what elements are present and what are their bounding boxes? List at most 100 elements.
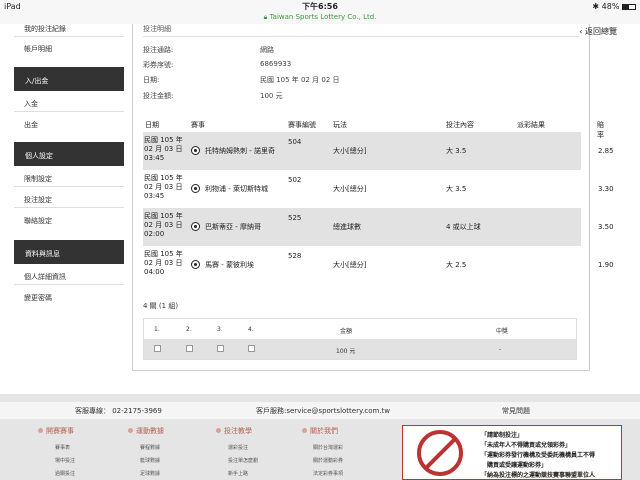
footer-link[interactable]: 新手上路 [228,470,248,477]
info-value: 6869933 [260,60,292,68]
soccer-ball-icon [191,222,200,231]
bullet-icon [38,428,43,433]
row-bet: 4 或以上球 [446,223,481,231]
row-odds: 3.50 [598,223,614,231]
sidebar-item-account-details[interactable]: 帳戶明細 [24,44,52,54]
row-date: 民國 105 年 02 月 03 日 04:00 [144,250,183,276]
sidebar-item-limits[interactable]: 限制設定 [24,174,52,184]
soccer-ball-icon [191,146,200,155]
clock: 下午6:56 [302,2,338,11]
warning-line: 「請節制投注」 [481,432,524,439]
bullet-icon [128,428,133,433]
row-odds: 3.30 [598,185,614,193]
bet-detail-panel: 投注明細 ‹ 返回總覽 投注通路: 網路 彩券序號: 6869933 日期: 民… [132,24,617,371]
sidebar-item-change-password[interactable]: 變更密碼 [24,293,52,303]
row-match: 馬賽 - 蒙彼利埃 [205,261,254,269]
col-header-date: 日期 [145,121,159,129]
sidebar-item-bet-settings[interactable]: 投注設定 [24,195,52,205]
faq-link[interactable]: 常見問題 [502,406,530,416]
back-to-overview-link[interactable]: ‹ 返回總覽 [579,26,617,37]
footer-col-title: 運動數據 [128,426,164,436]
info-value: 網路 [260,46,274,54]
footer-link[interactable]: 賽程數據 [140,444,160,451]
soccer-ball-icon [191,184,200,193]
sidebar-group-deposit: 入/出金 [14,67,124,91]
divider [14,36,124,37]
battery-indicator: ✱ 48% [592,2,636,11]
info-label: 投注通路: [143,46,174,54]
sidebar-group-info: 資料與訊息 [14,240,124,264]
footer-link[interactable]: 法定彩券事項 [313,470,343,477]
footer-link[interactable]: 關於運動彩券 [313,457,343,464]
row-date: 民國 105 年 02 月 03 日 03:45 [144,136,183,162]
leg-1-checkbox[interactable] [154,345,161,352]
row-bet: 大 3.5 [446,147,467,155]
info-value: 100 元 [260,92,283,100]
customer-email[interactable]: 客戶服務:service@sportslottery.com.tw [256,406,390,416]
row-bet: 大 3.5 [446,185,467,193]
footer-link[interactable]: 足球數據 [140,470,160,477]
sidebar-item-bet-history[interactable]: 我的投注紀錄 [24,24,66,34]
divider [14,284,124,285]
footer-link[interactable]: 過關投注 [55,470,75,477]
table-row: 民國 105 年 02 月 03 日 04:00 馬賽 - 蒙彼利埃 528 大小[… [143,246,614,284]
sidebar-item-personal-info[interactable]: 個人詳細資訊 [24,272,66,282]
info-label: 投注金額: [143,92,174,100]
footer-link[interactable]: 籃球數據 [140,457,160,464]
customer-phone: 客服專線： 02-2175-3969 [75,407,162,415]
leg-3-checkbox[interactable] [217,345,224,352]
footer-contact-strip: 客服專線： 02-2175-3969 客戶服務:service@sportslo… [0,402,640,419]
combo-amount: 100 元 [336,348,356,355]
lock-icon: 🔒︎ [263,13,268,21]
combination-table: 1. 2. 3. 4. 金額 中獎 100 元 - [143,318,577,360]
footer-link[interactable]: 投注單怎麼劃 [228,457,258,464]
row-play: 大小[總分] [333,185,367,193]
warning-line: 購買或受讓運動彩券」 [487,462,548,469]
row-play: 大小[總分] [333,147,367,155]
row-match: 利物浦 - 萊切斯特城 [205,185,268,193]
warning-line: 「未成年人不得購買或兌領彩券」 [481,442,572,449]
table-row: 民國 105 年 02 月 03 日 02:00 巴斯蒂亞 - 摩納哥 525 總進… [143,208,614,246]
combination-row: 100 元 - [144,339,576,359]
combo-col-2: 2. [186,326,192,333]
col-header-result: 派彩結果 [517,121,545,129]
divider [14,207,124,208]
divider [14,111,124,112]
account-sidebar: 我的投注紀錄 帳戶明細 入/出金 入金 出金 個人設定 限制設定 投注設定 聯絡… [0,24,124,394]
sidebar-item-withdraw[interactable]: 出金 [24,120,38,130]
bluetooth-icon: ✱ [592,2,600,11]
row-odds: 1.90 [598,261,614,269]
bullet-icon [302,428,307,433]
ios-status-bar: iPad 下午6:56 ✱ 48% [0,0,640,13]
info-label: 日期: [143,76,160,84]
page-title: 投注明細 [143,25,171,33]
footer-link[interactable]: 場中投注 [55,457,75,464]
warning-line: 「運動彩券發行機構及受委託機構員工不得 [481,452,596,459]
row-date: 民國 105 年 02 月 03 日 02:00 [144,212,183,238]
combo-col-1: 1. [154,326,160,333]
table-row: 民國 105 年 02 月 03 日 03:45 托特納姆熱刺 - 諾里奇 504 … [143,132,614,170]
footer-link[interactable]: 關於台灣運彩 [313,444,343,451]
combo-col-amount: 金額 [340,328,353,335]
combo-col-3: 3. [217,326,223,333]
footer-link[interactable]: 運彩投注 [228,444,248,451]
info-value: 民國 105 年 02 月 02 日 [260,76,340,84]
sidebar-item-deposit[interactable]: 入金 [24,99,38,109]
leg-4-checkbox[interactable] [248,345,255,352]
row-match-id: 504 [288,138,302,146]
row-play: 總進球數 [333,223,361,231]
leg-2-checkbox[interactable] [186,345,193,352]
row-odds: 2.85 [598,147,614,155]
url-bar[interactable]: 🔒︎ Taiwan Sports Lottery Co., Ltd. [0,13,640,24]
table-row: 民國 105 年 02 月 03 日 03:45 利物浦 - 萊切斯特城 502 大… [143,170,614,208]
footer-link[interactable]: 賽事表 [55,444,70,451]
footer-col-title: 關於我們 [302,426,338,436]
battery-icon [622,3,636,10]
sidebar-item-contact-settings[interactable]: 聯絡設定 [24,216,52,226]
row-match-id: 528 [288,252,302,260]
combo-col-4: 4. [248,326,254,333]
row-bet: 大 2.5 [446,261,467,269]
row-date: 民國 105 年 02 月 03 日 03:45 [144,174,183,200]
soccer-ball-icon [191,260,200,269]
warning-line: 「納為投注標的之運動競技賽事聯盟單位人 [481,472,596,479]
